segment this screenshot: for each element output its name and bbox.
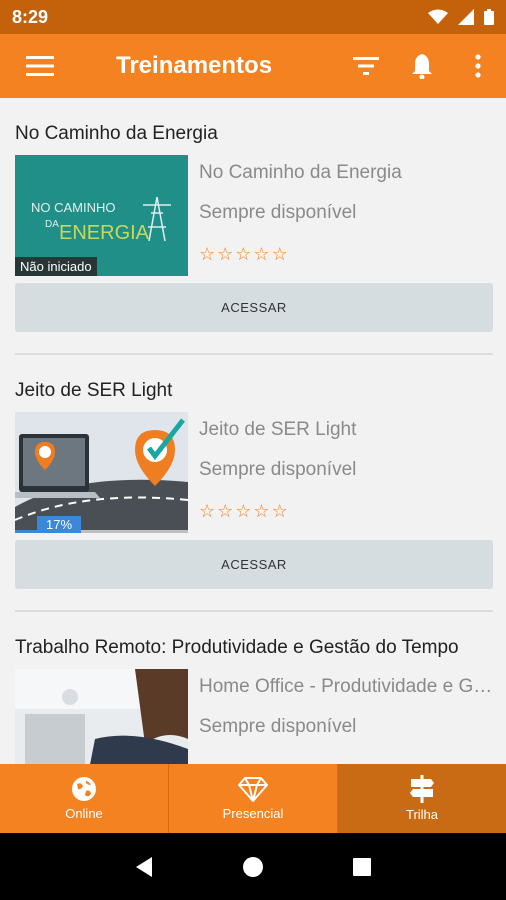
course-info: No Caminho da Energia Sempre disponível …	[199, 162, 495, 265]
tab-online[interactable]: Online	[0, 764, 169, 833]
signal-icon	[458, 9, 474, 25]
course-name: Jeito de SER Light	[199, 419, 357, 440]
rating-stars[interactable]: ☆ ☆ ☆ ☆ ☆	[199, 244, 495, 265]
star-outline-icon: ☆	[271, 501, 288, 521]
star-outline-icon: ☆	[235, 501, 252, 521]
course-thumbnail[interactable]: NO CAMINHO DA ENERGIA Não iniciado	[15, 155, 188, 276]
course-thumbnail-art	[15, 669, 188, 764]
battery-icon	[484, 9, 494, 25]
signpost-icon	[410, 775, 434, 803]
access-button[interactable]: ACESSAR	[15, 283, 493, 332]
wifi-icon	[428, 9, 448, 24]
course-info: Home Office - Produtividade e Gestão do …	[199, 676, 495, 740]
overflow-menu-button[interactable]	[450, 34, 506, 98]
star-outline-icon: ☆	[235, 244, 252, 264]
status-bar: 8:29	[0, 0, 506, 34]
recents-icon[interactable]	[352, 857, 372, 877]
status-icons	[428, 9, 494, 25]
menu-button[interactable]	[12, 34, 68, 98]
course-title: Jeito de SER Light	[15, 380, 173, 401]
star-outline-icon: ☆	[217, 244, 234, 264]
course-title: Trabalho Remoto: Produtividade e Gestão …	[15, 637, 459, 658]
home-icon[interactable]	[242, 856, 264, 878]
status-badge: Não iniciado	[15, 257, 97, 276]
diamond-icon	[238, 777, 268, 802]
page-title: Treinamentos	[116, 52, 273, 79]
availability-label: Sempre disponível	[199, 459, 357, 480]
thumb-text-line1: NO CAMINHO	[31, 200, 116, 215]
course-list[interactable]: No Caminho da Energia NO CAMINHO DA ENER…	[0, 98, 506, 764]
thumb-text-line2: DA	[45, 219, 59, 230]
filter-icon	[353, 57, 379, 75]
hamburger-icon	[26, 56, 54, 76]
access-button[interactable]: ACESSAR	[15, 540, 493, 589]
course-thumbnail[interactable]	[15, 669, 188, 764]
progress-badge: 17%	[37, 516, 82, 533]
globe-icon	[72, 777, 96, 801]
star-outline-icon: ☆	[199, 244, 216, 264]
star-outline-icon: ☆	[271, 244, 288, 264]
star-outline-icon: ☆	[253, 501, 270, 521]
star-outline-icon: ☆	[217, 501, 234, 521]
star-outline-icon: ☆	[199, 501, 216, 521]
star-outline-icon: ☆	[253, 244, 270, 264]
availability-label: Sempre disponível	[199, 716, 357, 737]
app-bar-actions	[338, 34, 506, 98]
notifications-button[interactable]	[394, 34, 450, 98]
filter-button[interactable]	[338, 34, 394, 98]
tab-presencial[interactable]: Presencial	[169, 764, 338, 833]
availability-label: Sempre disponível	[199, 202, 357, 223]
bell-icon	[412, 54, 432, 79]
status-time: 8:29	[12, 6, 49, 27]
course-name: Home Office - Produtividade e Gestão do …	[199, 676, 495, 697]
course-card: Trabalho Remoto: Produtividade e Gestão …	[0, 612, 506, 764]
more-vert-icon	[475, 54, 481, 78]
tab-trilha[interactable]: Trilha	[338, 764, 506, 833]
course-card: No Caminho da Energia NO CAMINHO DA ENER…	[0, 98, 506, 355]
tab-label: Online	[65, 806, 103, 821]
course-card: Jeito de SER Light 17% Jeito de SER Ligh…	[0, 355, 506, 612]
course-name: No Caminho da Energia	[199, 162, 402, 183]
bottom-navigation: Online Presencial Trilha	[0, 764, 506, 833]
system-navigation-bar	[0, 833, 506, 900]
tab-label: Presencial	[222, 806, 284, 821]
thumb-text-line3: ENERGIA	[59, 222, 150, 244]
app-bar: Treinamentos	[0, 34, 506, 98]
rating-stars[interactable]: ☆ ☆ ☆ ☆ ☆	[199, 501, 495, 522]
course-info: Jeito de SER Light Sempre disponível ☆ ☆…	[199, 419, 495, 522]
tab-label: Trilha	[405, 807, 439, 822]
course-thumbnail-art	[15, 412, 188, 533]
course-thumbnail[interactable]: 17%	[15, 412, 188, 533]
course-title: No Caminho da Energia	[15, 123, 218, 144]
back-icon[interactable]	[134, 856, 154, 878]
